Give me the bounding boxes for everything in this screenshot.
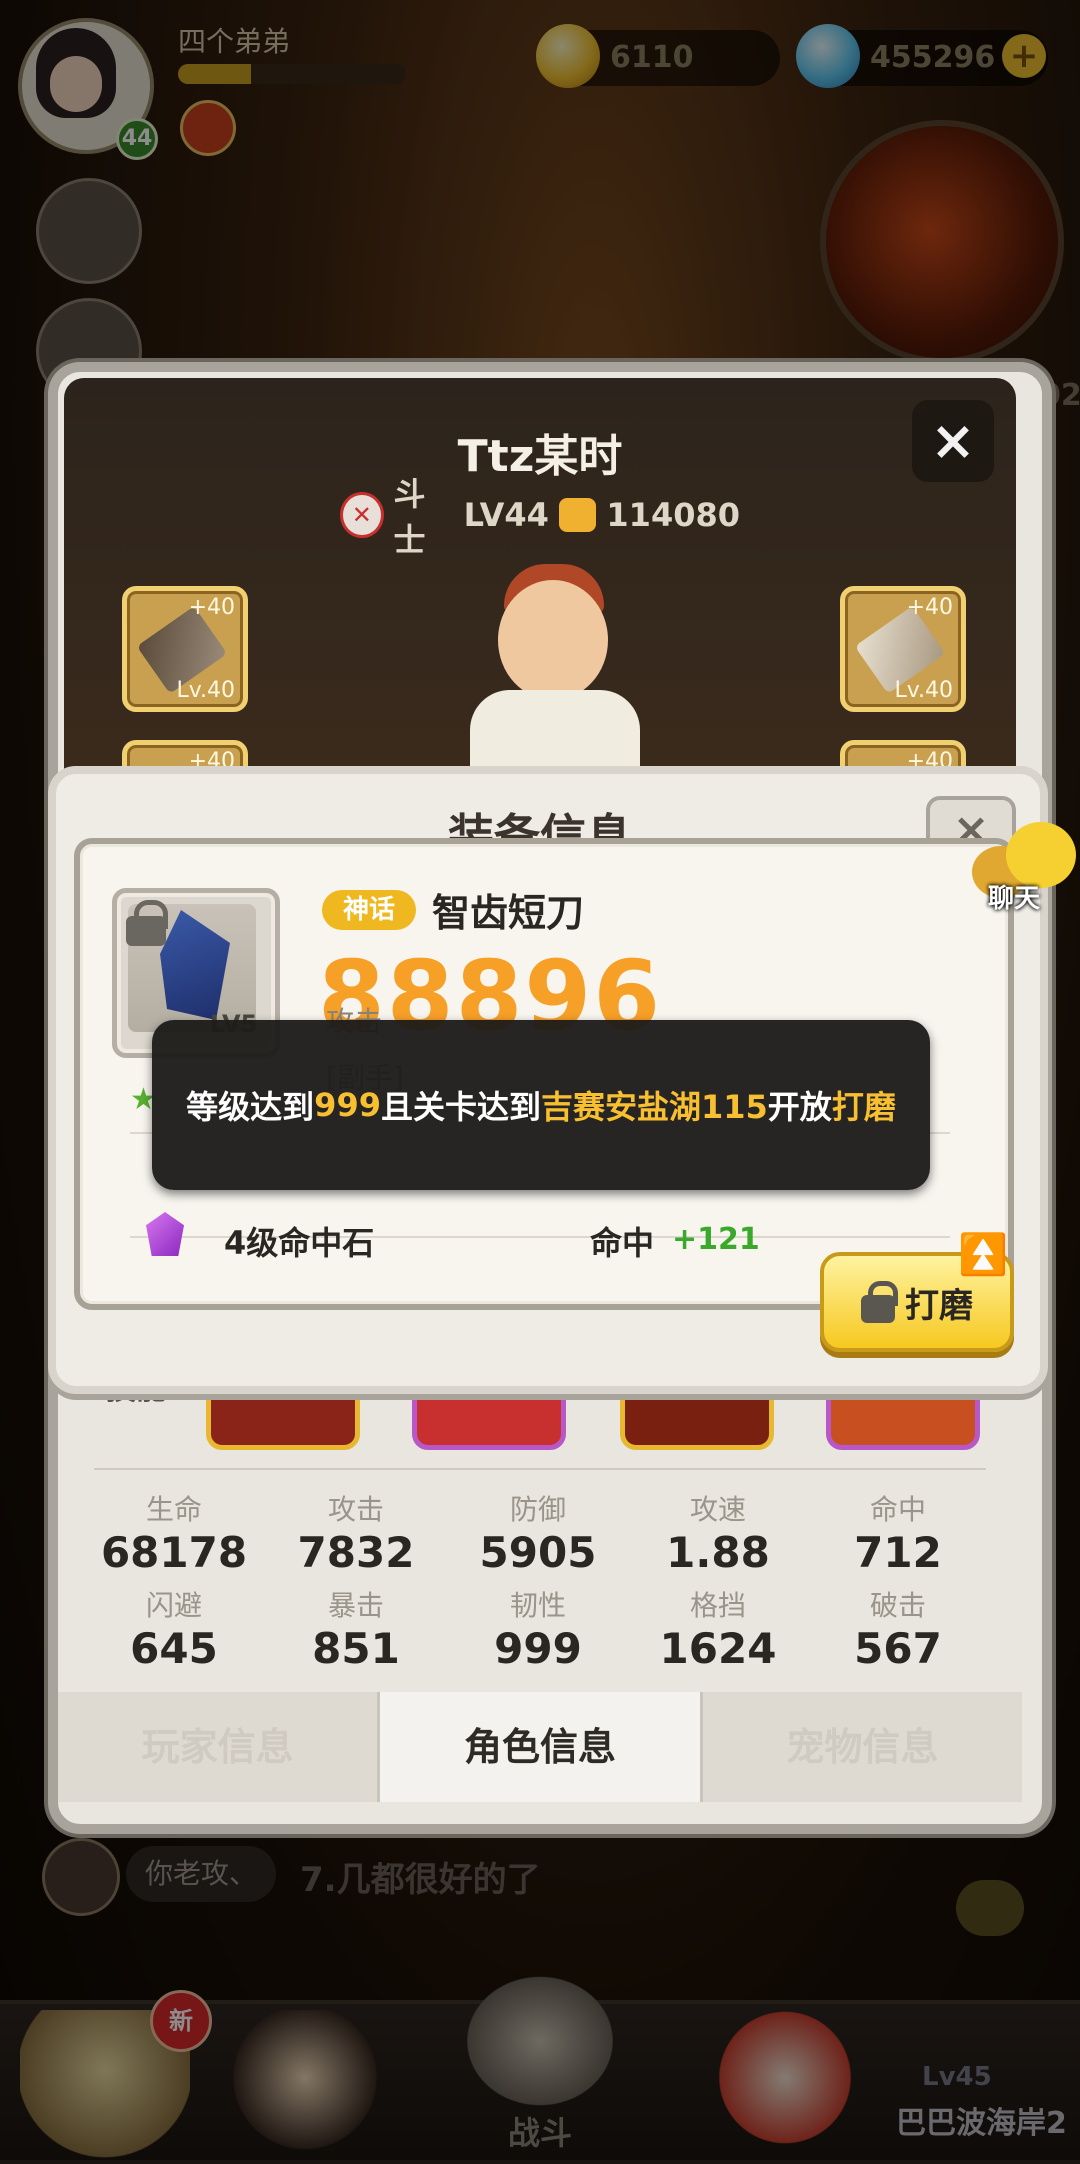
stat-cell: 攻击 7832 [281, 1488, 431, 1577]
toast-stage-requirement: 吉赛安盐湖115 [540, 1088, 768, 1126]
gem-stat-label: 命中 [590, 1224, 655, 1262]
stat-value: 645 [130, 1624, 218, 1673]
character-summary: ✕ 斗士 LV44 114080 [340, 475, 740, 559]
stat-cell: 攻速 1.88 [643, 1488, 793, 1577]
unlock-requirement-toast: 等级达到 999 且关卡达到 吉赛安盐湖115 开放 打磨 [152, 1020, 930, 1190]
stat-cell: 生命 68178 [99, 1488, 249, 1577]
upgrade-arrow-icon: ⏫ [958, 1232, 1008, 1278]
popup-title: 装备信息 [448, 809, 632, 840]
slot-level: Lv.40 [894, 678, 953, 703]
stat-label: 命中 [869, 1493, 926, 1526]
gem-name: 4级命中石 [224, 1224, 375, 1262]
character-level: LV44 [463, 496, 549, 534]
stat-cell: 命中 712 [823, 1488, 973, 1577]
slot-enhance: +40 [188, 595, 235, 620]
tab-player-info[interactable]: 玩家信息 [58, 1692, 381, 1802]
polish-label: 打磨 [905, 1285, 973, 1326]
stat-cell: 闪避 645 [99, 1584, 249, 1673]
stat-label: 格挡 [689, 1589, 746, 1622]
stat-value: 1624 [659, 1624, 777, 1673]
stat-value: 567 [854, 1624, 942, 1673]
stat-value: 68178 [100, 1528, 248, 1577]
class-icon: ✕ [340, 492, 384, 538]
slot-enhance: +40 [906, 595, 953, 620]
panel-tabs: 玩家信息 角色信息 宠物信息 [58, 1692, 1022, 1802]
stat-label: 防御 [509, 1493, 566, 1526]
tab-character-info[interactable]: 角色信息 [380, 1692, 703, 1802]
stat-cell: 破击 567 [823, 1584, 973, 1673]
stat-value: 851 [312, 1624, 400, 1673]
toast-text: 等级达到 [186, 1088, 315, 1126]
slot-level: Lv.40 [176, 678, 235, 703]
equip-slot-weapon[interactable]: +40 Lv.40 [122, 586, 248, 712]
character-power: 114080 [606, 496, 740, 534]
stat-value: 7832 [297, 1528, 415, 1577]
tab-pet-info[interactable]: 宠物信息 [702, 1692, 1022, 1802]
equip-slot-offhand[interactable]: +40 Lv.40 [840, 586, 966, 712]
character-class: 斗士 [393, 475, 426, 559]
item-name: 智齿短刀 [432, 891, 585, 935]
chat-button-label[interactable]: 聊天 [988, 878, 1040, 915]
power-icon [558, 498, 597, 532]
close-button[interactable]: × [912, 400, 994, 482]
stat-label: 破击 [869, 1589, 926, 1622]
toast-level-requirement: 999 [314, 1086, 381, 1124]
stat-value: 1.88 [666, 1528, 770, 1577]
toast-feature-name: 打磨 [831, 1088, 896, 1126]
toast-text: 且关卡达到 [380, 1088, 541, 1126]
stat-value: 999 [494, 1624, 582, 1673]
stat-cell: 韧性 999 [463, 1584, 613, 1673]
stat-cell: 防御 5905 [463, 1488, 613, 1577]
stat-label: 韧性 [509, 1589, 566, 1622]
gem-stat-value: +121 [672, 1222, 760, 1257]
stat-cell: 暴击 851 [281, 1584, 431, 1673]
stat-value: 5905 [479, 1528, 597, 1577]
stat-cell: 格挡 1624 [643, 1584, 793, 1673]
lock-icon-body [126, 916, 166, 946]
lock-icon [861, 1281, 898, 1323]
stat-label: 攻速 [689, 1493, 746, 1526]
divider [94, 1468, 986, 1470]
toast-text: 开放 [767, 1088, 832, 1126]
stat-value: 712 [854, 1528, 942, 1577]
character-head [498, 580, 608, 700]
stat-label: 闪避 [145, 1589, 202, 1622]
stat-label: 生命 [145, 1493, 202, 1526]
stat-label: 暴击 [327, 1589, 384, 1622]
stat-label: 攻击 [327, 1493, 384, 1526]
rarity-badge: 神话 [322, 890, 416, 930]
